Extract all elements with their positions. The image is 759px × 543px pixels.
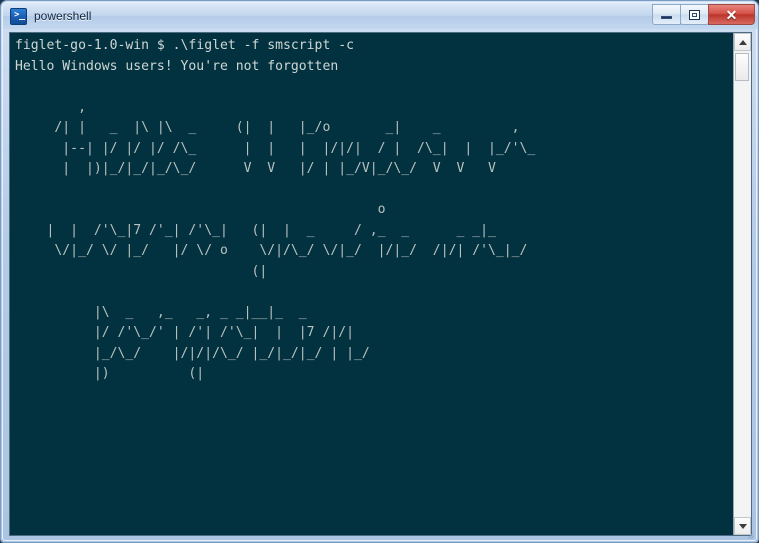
console-screen[interactable]: figlet-go-1.0-win $ .\figlet -f smscript… xyxy=(10,33,733,535)
art-line: |_/\_/ |/|/|/\_/ |_/|_/|_/ | |_/ xyxy=(15,345,394,361)
art-line: /| | _ |\ |\ _ (| | |_/o _| _ , xyxy=(15,120,528,135)
powershell-icon: > xyxy=(10,7,27,25)
scrollbar-track[interactable] xyxy=(734,51,751,517)
powershell-window: > powershell ✕ figlet-go-1.0-win $ .\fig… xyxy=(0,0,759,543)
scroll-up-button[interactable] xyxy=(734,33,751,51)
art-line: | |)|_/|_/|_/\_/ V V |/ | |_/V|_/\_/ V V… xyxy=(15,161,520,176)
maximize-icon xyxy=(689,9,700,20)
minimize-icon xyxy=(661,16,672,19)
vertical-scrollbar[interactable] xyxy=(733,33,751,535)
art-spacer-top xyxy=(15,77,733,98)
art-line: , xyxy=(15,99,528,115)
figlet-art-block-3: |\ _ ,_ _, _ _|__|_ _ |/ /'\_/' | /'| /'… xyxy=(15,303,733,385)
console-client-area: figlet-go-1.0-win $ .\figlet -f smscript… xyxy=(9,32,752,536)
minimize-button[interactable] xyxy=(652,4,681,25)
art-line: |/ /'\_/' | /'| /'\_| | |7 /|/| xyxy=(15,325,394,340)
figlet-art-block-1: , /| | _ |\ |\ _ (| | |_/o _| _ , |--| |… xyxy=(15,98,733,180)
caption-buttons: ✕ xyxy=(652,4,755,25)
console-prompt-line: figlet-go-1.0-win $ .\figlet -f smscript… xyxy=(15,38,354,53)
close-button[interactable]: ✕ xyxy=(708,4,755,25)
art-spacer-2 xyxy=(15,282,733,303)
art-line: \/|_/ \/ |_/ |/ \/ o \/|/\_/ \/|_/ |/|_/… xyxy=(15,243,528,258)
art-spacer-1 xyxy=(15,180,733,201)
title-bar[interactable]: > powershell ✕ xyxy=(3,3,758,29)
art-line: |) (| xyxy=(15,366,394,381)
window-title: powershell xyxy=(34,9,92,23)
console-input-line: Hello Windows users! You're not forgotte… xyxy=(15,58,339,74)
maximize-button[interactable] xyxy=(680,4,709,25)
art-line: |\ _ ,_ _, _ _|__|_ _ xyxy=(15,304,394,320)
figlet-art-block-2: o | | /'\_|7 /'_| /'\_| (| | _ / ,_ _ _ … xyxy=(15,200,733,282)
art-line: |--| |/ |/ |/ /\_ | | | |/|/| / | /\_| |… xyxy=(15,140,536,156)
scrollbar-thumb[interactable] xyxy=(735,53,749,81)
art-line: (| xyxy=(15,263,528,279)
prompt-underscore-icon xyxy=(19,18,25,20)
close-icon: ✕ xyxy=(725,6,738,23)
art-line: o xyxy=(15,202,528,217)
resize-grip[interactable] xyxy=(743,528,755,540)
scroll-up-arrow-icon xyxy=(738,39,747,45)
art-line: | | /'\_|7 /'_| /'\_| (| | _ / ,_ _ _ _|… xyxy=(15,222,520,238)
